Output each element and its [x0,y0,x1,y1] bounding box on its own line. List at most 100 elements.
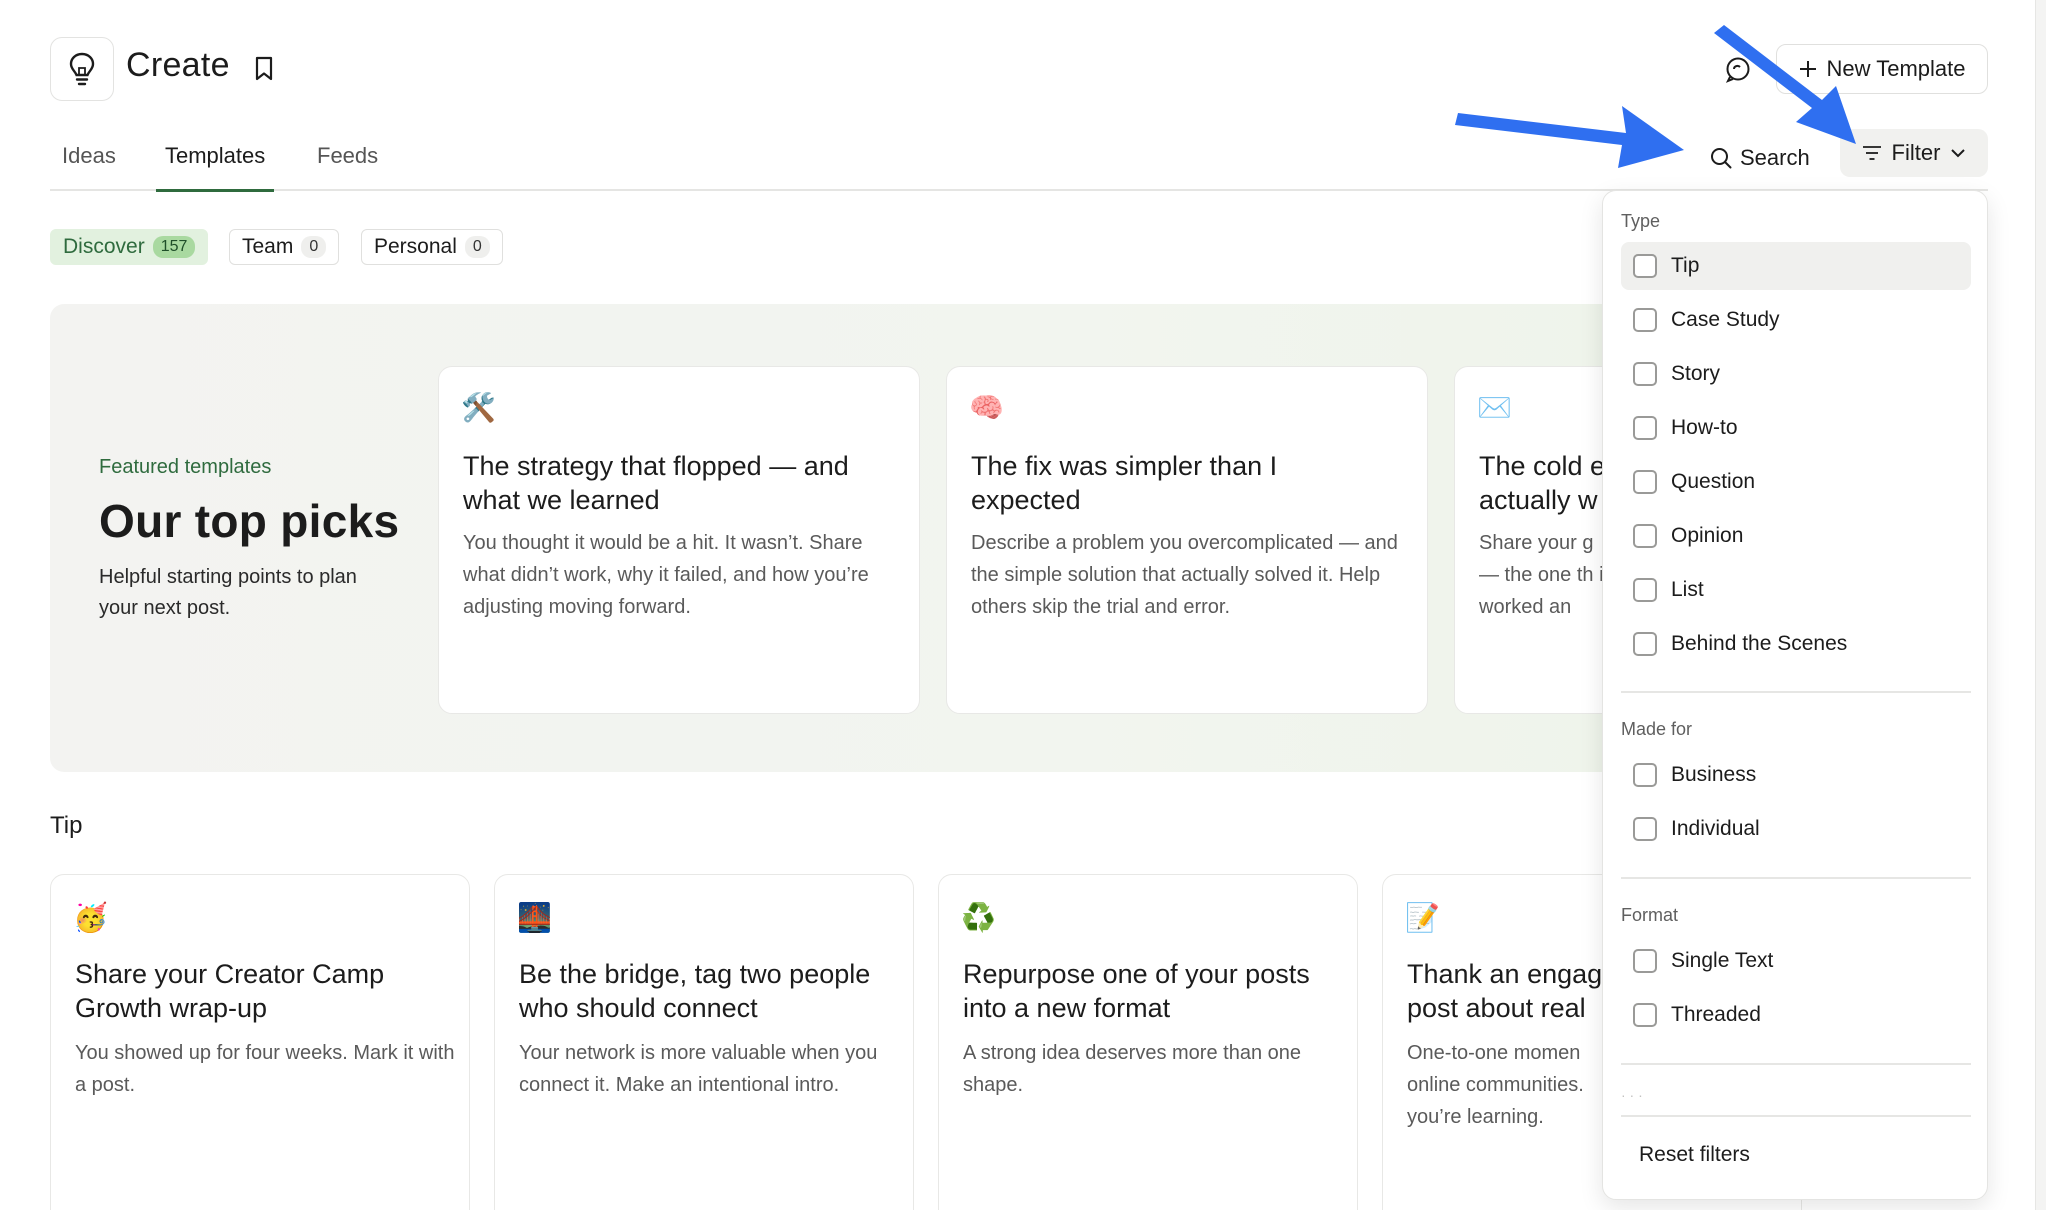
card-title: The fix was simpler than I expected [971,451,1278,515]
card-description: You showed up for four weeks. Mark it wi… [75,1042,455,1096]
search-icon [1711,148,1732,169]
checkbox[interactable] [1633,578,1657,602]
option-label: How-to [1671,416,1738,439]
bookmark-icon[interactable] [254,56,274,82]
tab-ideas[interactable]: Ideas [62,143,116,189]
brain-icon: 🧠 [969,392,1004,423]
section-title-tip: Tip [50,812,83,839]
checkbox[interactable] [1633,632,1657,656]
checkbox[interactable] [1633,362,1657,386]
filter-label: Filter [1891,140,1941,165]
featured-panel: Featured templates Our top picks Helpful… [50,304,1750,772]
segment-count: 0 [464,236,490,258]
filter-option-how-to[interactable]: How-to [1621,404,1971,452]
checkbox[interactable] [1633,470,1657,494]
option-label: Business [1671,763,1757,786]
filter-option-tip[interactable]: Tip [1621,242,1971,290]
card-title: Share your Creator Camp Growth wrap-up [75,959,385,1023]
divider [1621,691,1971,693]
tab-feeds[interactable]: Feeds [317,143,378,189]
divider [1621,1115,1971,1117]
app-logo [50,37,114,101]
divider [1621,877,1971,879]
filter-option-behind-the-scenes[interactable]: Behind the Scenes [1621,620,1971,668]
template-card[interactable]: ♻️ Repurpose one of your posts into a ne… [938,874,1358,1210]
filter-option-case-study[interactable]: Case Study [1621,296,1971,344]
search-button[interactable]: Search [1710,138,1810,178]
card-title: Be the bridge, tag two people who should… [519,959,871,1023]
option-label: Tip [1671,254,1700,277]
filter-option-business[interactable]: Business [1621,751,1971,799]
segment-count: 157 [152,236,196,258]
option-label: Case Study [1671,308,1780,331]
checkbox[interactable] [1633,817,1657,841]
card-description: One-to-one momen online communities. you… [1407,1042,1584,1128]
card-description: Share your g — the one th it worked an [1479,532,1610,618]
filter-dropdown: Type Tip Case Study Story How-to Questio… [1602,190,1988,1200]
option-label: Single Text [1671,949,1774,972]
option-label: List [1671,578,1704,601]
segment-team[interactable]: Team 0 [229,229,340,265]
card-title: Repurpose one of your posts into a new f… [963,959,1310,1023]
memo-icon: 📝 [1405,902,1440,933]
featured-card[interactable]: 🧠 The fix was simpler than I expected De… [946,366,1428,714]
page-title: Create [126,46,230,84]
segment-label: Personal [374,235,457,258]
recycle-icon: ♻️ [961,902,996,933]
chevron-down-icon [1951,149,1966,158]
checkbox[interactable] [1633,308,1657,332]
template-card[interactable]: 🌉 Be the bridge, tag two people who shou… [494,874,914,1210]
featured-card[interactable]: 🛠️ The strategy that flopped — and what … [438,366,920,714]
segment-label: Team [242,235,294,258]
segment-label: Discover [63,235,145,258]
option-label: Opinion [1671,524,1744,547]
checkbox[interactable] [1633,763,1657,787]
filter-option-story[interactable]: Story [1621,350,1971,398]
lightbulb-icon [69,52,95,86]
card-title: The strategy that flopped — and what we … [463,451,849,515]
filter-icon [1862,146,1881,160]
checkbox[interactable] [1633,524,1657,548]
tab-bar: Ideas Templates Feeds [50,125,1988,192]
option-label: Individual [1671,817,1760,840]
checkbox[interactable] [1633,416,1657,440]
scroll-fade: · · · [1621,1087,1643,1103]
search-label: Search [1740,145,1810,170]
checkbox[interactable] [1633,1003,1657,1027]
new-template-button[interactable]: New Template [1776,44,1988,94]
filter-option-list[interactable]: List [1621,566,1971,614]
card-description: A strong idea deserves more than one sha… [963,1042,1301,1096]
segment-count: 0 [301,236,327,258]
chat-icon[interactable] [1724,55,1752,83]
featured-label: Featured templates [99,456,272,478]
filter-option-threaded[interactable]: Threaded [1621,991,1971,1039]
filter-option-single-text[interactable]: Single Text [1621,937,1971,985]
filter-option-opinion[interactable]: Opinion [1621,512,1971,560]
featured-description: Helpful starting points to plan your nex… [99,566,357,619]
template-card[interactable]: 🥳 Share your Creator Camp Growth wrap-up… [50,874,470,1210]
segment-personal[interactable]: Personal 0 [361,229,503,265]
featured-title: Our top picks [99,495,400,547]
card-title: Thank an engag post about real [1407,959,1603,1023]
option-label: Story [1671,362,1721,385]
reset-filters-button[interactable]: Reset filters [1639,1143,1750,1167]
option-label: Question [1671,470,1756,493]
party-face-icon: 🥳 [73,902,108,933]
filter-option-question[interactable]: Question [1621,458,1971,506]
tools-icon: 🛠️ [461,392,496,423]
group-label-type: Type [1621,211,1661,231]
card-description: You thought it would be a hit. It wasn’t… [463,532,869,618]
tab-templates[interactable]: Templates [156,143,275,192]
envelope-icon: ✉️ [1477,392,1512,423]
card-title: The cold e actually w [1479,451,1606,515]
bridge-icon: 🌉 [517,902,552,933]
filter-button[interactable]: Filter [1840,129,1988,177]
segment-discover[interactable]: Discover 157 [50,229,209,265]
checkbox[interactable] [1633,254,1657,278]
page: Create New Template Ideas Templates Feed… [0,0,2036,1210]
new-template-label: New Template [1826,56,1966,81]
card-description: Your network is more valuable when you c… [519,1042,878,1096]
checkbox[interactable] [1633,949,1657,973]
filter-option-individual[interactable]: Individual [1621,805,1971,853]
divider [1621,1063,1971,1065]
